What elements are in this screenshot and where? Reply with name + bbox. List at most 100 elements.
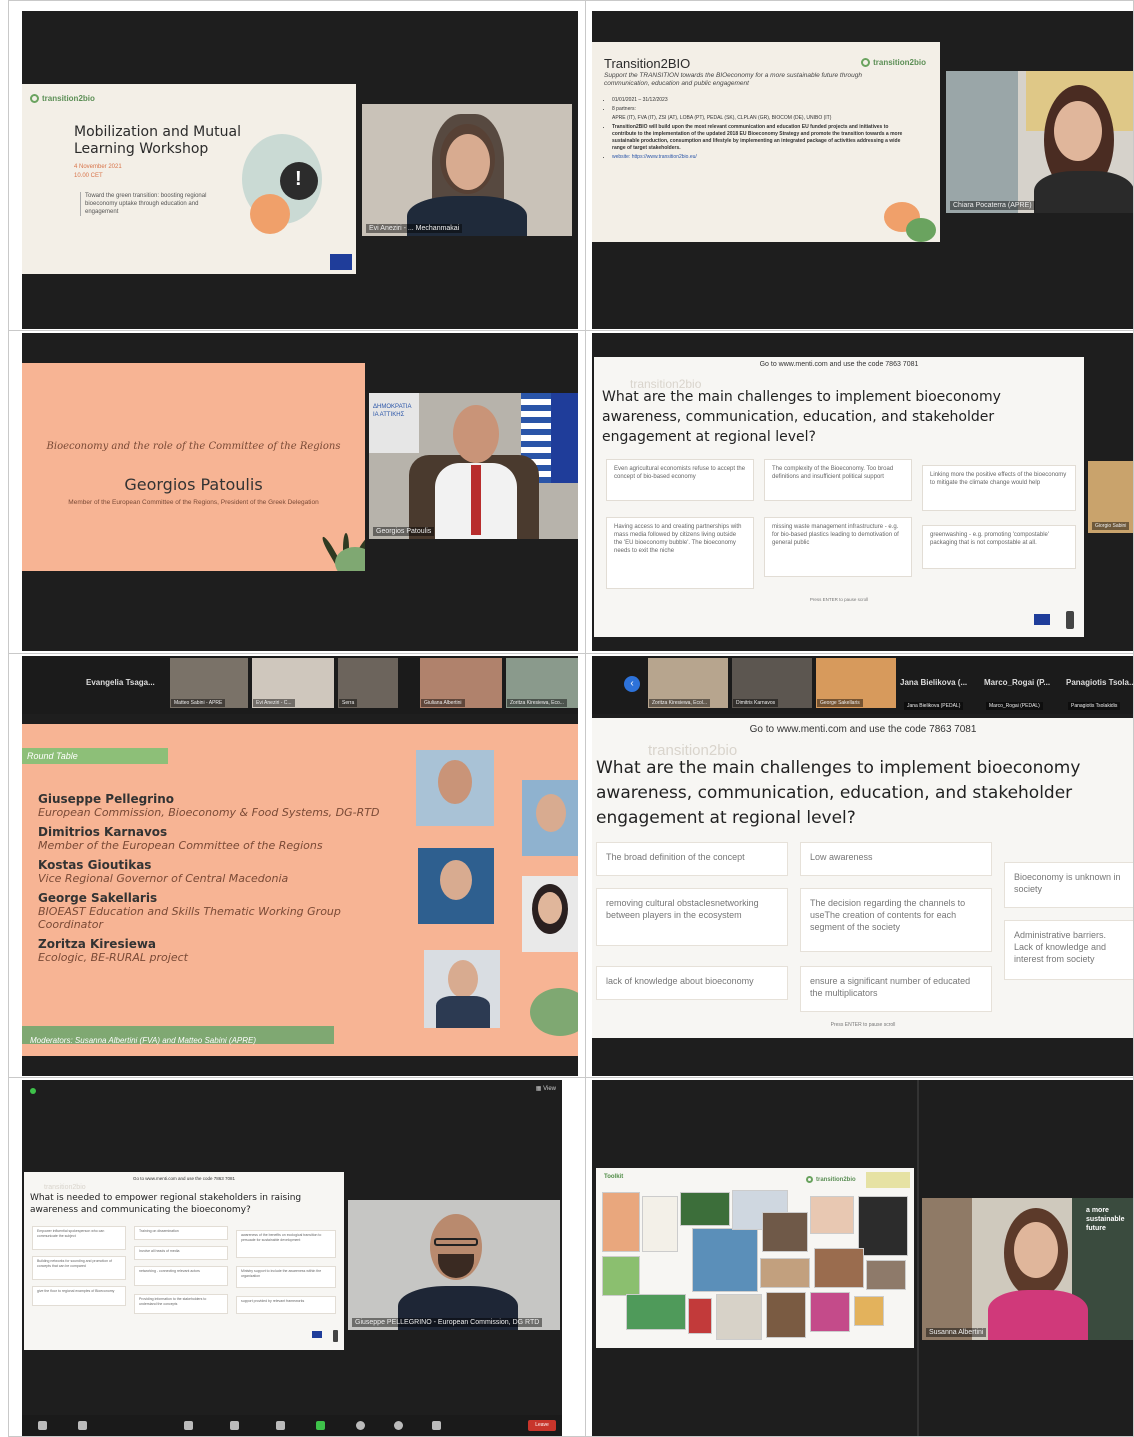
decor-blob-green: [530, 988, 578, 1036]
portrait-face: [536, 794, 566, 832]
speaker-portrait: [424, 950, 500, 1028]
speaker-body: [988, 1290, 1088, 1340]
view-toggle[interactable]: ▦ View: [536, 1085, 556, 1092]
participant-thumb[interactable]: Zoritza Kiresiewa, Ecol...: [648, 658, 728, 708]
logo-leaf-icon: [806, 1176, 813, 1183]
participant-thumb[interactable]: Zoritza Kiresiewa, Eco...: [506, 658, 578, 708]
slide-workshop-title: transition2bio Mobilization and Mutual L…: [22, 84, 356, 274]
slide-title: Transition2BIO: [604, 56, 691, 71]
participant-thumb[interactable]: Matteo Sabini - APRE: [170, 658, 248, 708]
slide-time: 10.00 CET: [74, 173, 103, 179]
slide-subtitle: Toward the green transition: boosting re…: [80, 192, 210, 216]
participant-label: Zoritza Kiresiewa, Eco...: [507, 699, 567, 707]
chat-icon[interactable]: [276, 1421, 285, 1430]
speaker-tie: [471, 465, 481, 535]
slide-title: Mobilization and Mutual Learning Worksho…: [74, 124, 241, 157]
security-shield-icon[interactable]: [184, 1421, 193, 1430]
speaker-video-1[interactable]: Evi Aneziri - ... Mechanmakai: [362, 104, 572, 236]
poster-text: a more sustainable future: [1086, 1207, 1125, 1232]
speaker-role: Ecologic, BE-RURAL project: [38, 951, 188, 964]
menti-footer-hint: Press ENTER to pause scroll: [830, 1022, 896, 1028]
menti-results-slide: Go to www.menti.com and use the code 786…: [592, 718, 1134, 1038]
participant-thumb[interactable]: George Sakellaris: [816, 658, 896, 708]
collage-image: [810, 1196, 854, 1234]
meeting-tile-4[interactable]: Go to www.menti.com and use the code 786…: [592, 333, 1134, 651]
meeting-tile-2[interactable]: Transition2BIO transition2bio Support th…: [592, 11, 1134, 329]
tile-divider: [917, 1080, 919, 1437]
answer-card: Even agricultural economists refuse to a…: [606, 459, 754, 501]
meeting-tile-8[interactable]: Toolkit transition2bio a more sustainabl…: [592, 1080, 1134, 1437]
participants-icon[interactable]: [230, 1421, 239, 1430]
speaker-list: Giuseppe Pellegrino European Commission, …: [38, 792, 398, 970]
reactions-icon[interactable]: [394, 1421, 403, 1430]
participant-thumb[interactable]: Giuliana Albertini: [420, 658, 502, 708]
strip-back-button[interactable]: ‹: [624, 676, 640, 692]
answer-card: Empower influential spokesperson who can…: [32, 1226, 126, 1250]
collage-image: [680, 1192, 730, 1226]
mute-microphone-icon[interactable]: [38, 1421, 47, 1430]
toolkit-tag: Toolkit: [604, 1174, 624, 1180]
speaker-role: European Commission, Bioeconomy & Food S…: [38, 806, 380, 819]
meeting-tile-1[interactable]: transition2bio Mobilization and Mutual L…: [22, 11, 578, 329]
speaker-name: Kostas Gioutikas: [38, 858, 152, 872]
collage-image: [762, 1212, 808, 1252]
speaker-body: [1034, 171, 1134, 213]
speaker-name-label: Chiara Pocaterra (APRE): [950, 201, 1035, 210]
slide-date: 4 November 2021: [74, 164, 122, 170]
slide-subtitle: Support the TRANSITION towards the BIOec…: [604, 72, 862, 87]
participant-name: Jana Bielikova (...: [900, 678, 968, 687]
participant-thumb[interactable]: Serra: [338, 658, 398, 708]
speaker-role: Vice Regional Governor of Central Macedo…: [38, 872, 289, 885]
speaker-face: [446, 134, 490, 190]
speaker-name: Dimitrios Karnavos: [38, 825, 168, 839]
answer-card: Building networks for sounding and promo…: [32, 1256, 126, 1280]
speaker-face: [453, 405, 499, 463]
eu-badge: [866, 1172, 910, 1188]
speaker-name-label: Evi Aneziri - ... Mechanmakai: [366, 224, 463, 233]
menti-question: What is needed to empower regional stake…: [30, 1193, 302, 1215]
participant-thumb[interactable]: Dimitris Karnavos: [732, 658, 812, 708]
menti-controls-icon[interactable]: [1066, 611, 1074, 629]
more-options-icon[interactable]: [432, 1421, 441, 1430]
menti-controls-icon[interactable]: [333, 1330, 338, 1342]
speaker-video-4[interactable]: Giorgio Sabini: [1088, 461, 1134, 533]
menti-code-line: Go to www.menti.com and use the code 786…: [759, 361, 919, 368]
speaker-name-label: Georgios Patoulis: [373, 527, 435, 536]
eu-flag-icon: [1034, 614, 1050, 625]
bullet-dates: 01/01/2021 – 31/12/2023: [612, 97, 912, 104]
slide-toolkit: Toolkit transition2bio: [596, 1168, 914, 1348]
speaker-video-2[interactable]: Chiara Pocaterra (APRE): [946, 71, 1134, 213]
collage-image: [602, 1256, 640, 1296]
meeting-tile-5[interactable]: Evangelia Tsaga... Matteo Sabini - APRE …: [22, 656, 578, 1076]
speaker-video-7[interactable]: Giuseppe PELLEGRINO - European Commissio…: [348, 1200, 560, 1330]
bullet-description: Transition2BIO will build upon the most …: [612, 124, 912, 152]
meeting-tile-7[interactable]: ▦ View Go to www.menti.com and use the c…: [22, 1080, 562, 1437]
leave-button[interactable]: Leave: [528, 1420, 556, 1431]
answer-card: Ministry support to include the awarenes…: [236, 1266, 336, 1288]
participant-thumb[interactable]: Evi Aneziri - C...: [252, 658, 334, 708]
record-icon[interactable]: [356, 1421, 365, 1430]
website-link[interactable]: website: https://www.transition2bio.eu/: [612, 154, 697, 160]
speaker-video-3[interactable]: ΔΗΜΟΚΡΑΤΙΑ ΙΑ ΑΤΤΙΚΗΣ Georgios Patoulis: [369, 393, 578, 539]
bullet-partners: 8 partners:: [612, 106, 912, 113]
speaker-role: BIOEAST Education and Skills Thematic Wo…: [38, 905, 341, 931]
participant-label: Jana Bielikova (PEDAL): [904, 702, 964, 710]
speaker-video-8[interactable]: a more sustainable future Susanna Albert…: [922, 1198, 1134, 1340]
menti-footer-hint: Press ENTER to pause scroll: [809, 597, 869, 602]
meeting-tile-3[interactable]: Bioeconomy and the role of the Committee…: [22, 333, 578, 651]
participant-name: Marco_Rogai (P...: [984, 678, 1051, 687]
participant-name: Evangelia Tsaga...: [86, 678, 155, 687]
collage-image: [866, 1260, 906, 1290]
view-grid-icon: ▦: [535, 1086, 544, 1092]
stop-video-icon[interactable]: [78, 1421, 87, 1430]
eu-flag: [551, 393, 578, 483]
moderators-text: Moderators: Susanna Albertini (FVA) and …: [30, 1036, 257, 1045]
speaker-name-label: Giorgio Sabini: [1092, 522, 1130, 530]
share-screen-icon[interactable]: [316, 1421, 325, 1430]
recording-indicator: [30, 1088, 36, 1094]
answer-card: greenwashing - e.g. promoting 'compostab…: [922, 525, 1076, 569]
meeting-tile-6[interactable]: ‹ Zoritza Kiresiewa, Ecol... Dimitris Ka…: [592, 656, 1134, 1076]
slide-project-overview: Transition2BIO transition2bio Support th…: [592, 42, 940, 242]
speaker-glasses: [434, 1238, 478, 1246]
collage-image: [626, 1294, 686, 1330]
